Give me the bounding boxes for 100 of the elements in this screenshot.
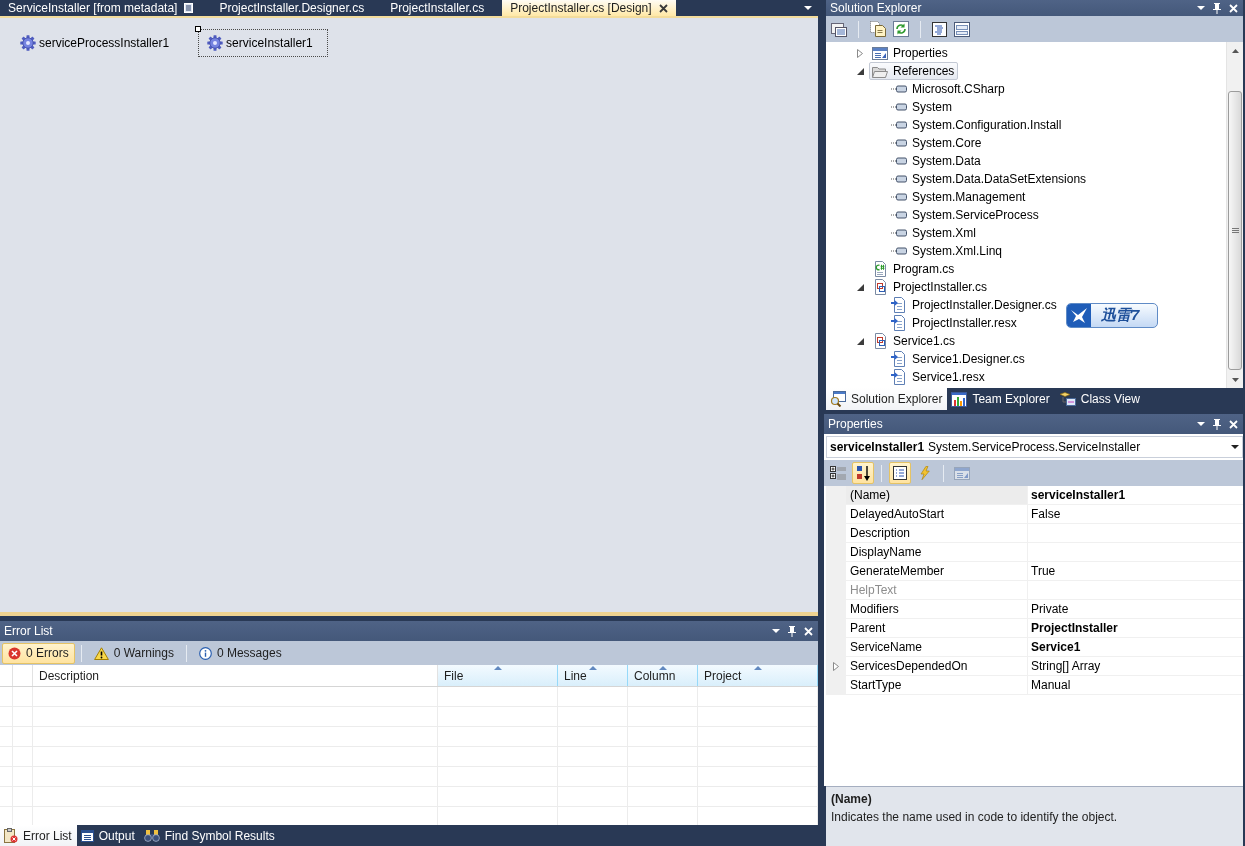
- tree-item[interactable]: System.Management: [888, 188, 1030, 206]
- object-selector[interactable]: serviceInstaller1 System.ServiceProcess.ServiceInstaller: [826, 436, 1243, 458]
- connector-icon: [891, 193, 907, 201]
- document-arrow-icon: [891, 351, 907, 367]
- column-header[interactable]: Column: [628, 665, 698, 686]
- component-item[interactable]: serviceProcessInstaller1: [11, 29, 185, 57]
- filter-button[interactable]: 0 Errors: [2, 642, 75, 664]
- document-arrow-icon: [891, 369, 907, 385]
- panel-tab[interactable]: Class View: [1054, 388, 1145, 410]
- copy-pages-icon[interactable]: [870, 21, 886, 37]
- stacked-windows-icon[interactable]: [831, 21, 847, 37]
- dropdown-icon[interactable]: [1231, 445, 1239, 449]
- property-name[interactable]: GenerateMember: [846, 562, 1028, 581]
- property-value[interactable]: Manual: [1028, 676, 1243, 695]
- tree-item[interactable]: System.Xml.Linq: [888, 242, 1007, 260]
- tree-item[interactable]: Service1.resx: [888, 368, 989, 386]
- category-list-icon: [830, 466, 846, 480]
- pin-icon[interactable]: [1213, 2, 1221, 14]
- document-arrow-icon: [891, 297, 907, 313]
- floating-badge[interactable]: 迅雷7: [1066, 303, 1159, 328]
- connector-icon: [891, 211, 907, 219]
- expander-icon[interactable]: [856, 283, 864, 291]
- tree-item[interactable]: System.Data: [888, 152, 985, 170]
- panel-tab[interactable]: Output: [76, 825, 140, 846]
- property-value[interactable]: True: [1028, 562, 1243, 581]
- property-value[interactable]: ProjectInstaller: [1028, 619, 1243, 638]
- alphabetical-button[interactable]: [852, 462, 874, 484]
- tree-item[interactable]: References: [869, 62, 959, 80]
- pin-icon[interactable]: [1213, 418, 1221, 430]
- scrollbar[interactable]: [1226, 42, 1243, 388]
- dropdown-icon[interactable]: [772, 629, 780, 633]
- connector-icon: [891, 139, 907, 147]
- document-tab[interactable]: ProjectInstaller.cs: [382, 0, 493, 16]
- panel-tab[interactable]: Solution Explorer: [826, 388, 948, 410]
- description-text: Indicates the name used in code to identify the object.: [831, 810, 1119, 824]
- dropdown-icon[interactable]: [1197, 6, 1205, 10]
- window-panes-icon[interactable]: [954, 21, 970, 37]
- component-item[interactable]: serviceInstaller1: [198, 29, 328, 57]
- tree-item[interactable]: System: [888, 98, 956, 116]
- tree-item[interactable]: ProjectInstaller.Designer.cs: [888, 296, 1061, 314]
- expander-icon[interactable]: [856, 337, 864, 345]
- tree-item[interactable]: System.ServiceProcess: [888, 206, 1043, 224]
- scroll-thumb[interactable]: [1228, 91, 1242, 370]
- close-icon[interactable]: [658, 3, 668, 13]
- panel-title: Error List: [4, 624, 54, 638]
- property-name[interactable]: Description: [846, 524, 1028, 543]
- property-name[interactable]: Parent: [846, 619, 1028, 638]
- tree-item[interactable]: ProjectInstaller.cs: [869, 278, 992, 296]
- document-tab[interactable]: ServiceInstaller [from metadata]: [0, 0, 202, 16]
- panel-tab[interactable]: Team Explorer: [947, 388, 1055, 410]
- panel-title: Solution Explorer: [830, 1, 923, 15]
- gear-icon: [207, 35, 224, 51]
- dropdown-icon[interactable]: [804, 6, 812, 10]
- sort-arrow-icon: [588, 666, 597, 670]
- refresh-icon[interactable]: [893, 21, 909, 37]
- description-title: (Name): [831, 792, 873, 806]
- property-name[interactable]: (Name): [846, 486, 1028, 505]
- expander-icon[interactable]: [856, 67, 864, 75]
- property-value[interactable]: serviceInstaller1: [1028, 486, 1243, 505]
- column-header[interactable]: Project: [698, 665, 818, 686]
- tree-item[interactable]: System.Configuration.Install: [888, 116, 1066, 134]
- column-header[interactable]: File: [438, 665, 558, 686]
- property-value[interactable]: String[] Array: [1028, 657, 1243, 676]
- property-value[interactable]: False: [1028, 505, 1243, 524]
- filter-button[interactable]: 0 Warnings: [87, 642, 180, 664]
- property-value[interactable]: Service1: [1028, 638, 1243, 657]
- tree-item[interactable]: System.Xml: [888, 224, 980, 242]
- error-icon: [8, 646, 21, 660]
- document-tab[interactable]: ProjectInstaller.Designer.cs: [211, 0, 373, 16]
- connector-icon: [891, 157, 907, 165]
- tree-item[interactable]: Microsoft.CSharp: [888, 80, 1009, 98]
- bar-chart-icon: [951, 391, 968, 407]
- connector-icon: [891, 229, 907, 237]
- tree-item[interactable]: Service1.cs: [869, 332, 960, 350]
- column-header[interactable]: Line: [558, 665, 628, 686]
- bird-icon: [1067, 304, 1091, 327]
- property-name[interactable]: StartType: [846, 676, 1028, 695]
- dropdown-icon[interactable]: [1197, 422, 1205, 426]
- property-name[interactable]: ServicesDependedOn: [846, 657, 1028, 676]
- tree-item[interactable]: Program.cs: [869, 260, 959, 278]
- resize-handle[interactable]: [195, 26, 202, 32]
- tree-item[interactable]: Properties: [869, 44, 952, 62]
- property-name[interactable]: DelayedAutoStart: [846, 505, 1028, 524]
- property-value[interactable]: Private: [1028, 600, 1243, 619]
- pin-icon[interactable]: [788, 625, 796, 637]
- document-tab[interactable]: ProjectInstaller.cs [Design]: [502, 0, 676, 16]
- property-name[interactable]: DisplayName: [846, 543, 1028, 562]
- property-name[interactable]: Modifiers: [846, 600, 1028, 619]
- tree-item[interactable]: System.Core: [888, 134, 986, 152]
- panel-tab[interactable]: Find Symbol Results: [139, 825, 280, 846]
- properties-button[interactable]: [889, 462, 911, 484]
- panel-tab[interactable]: Error List: [0, 825, 77, 846]
- filter-button[interactable]: 0 Messages: [192, 642, 288, 664]
- window-lines-icon[interactable]: [932, 21, 947, 37]
- tree-item[interactable]: ProjectInstaller.resx: [888, 314, 1021, 332]
- sort-down-icon: [856, 465, 870, 481]
- class-diagram-icon: [1058, 392, 1076, 406]
- property-name[interactable]: ServiceName: [846, 638, 1028, 657]
- tree-item[interactable]: System.Data.DataSetExtensions: [888, 170, 1091, 188]
- tree-item[interactable]: Service1.Designer.cs: [888, 350, 1029, 368]
